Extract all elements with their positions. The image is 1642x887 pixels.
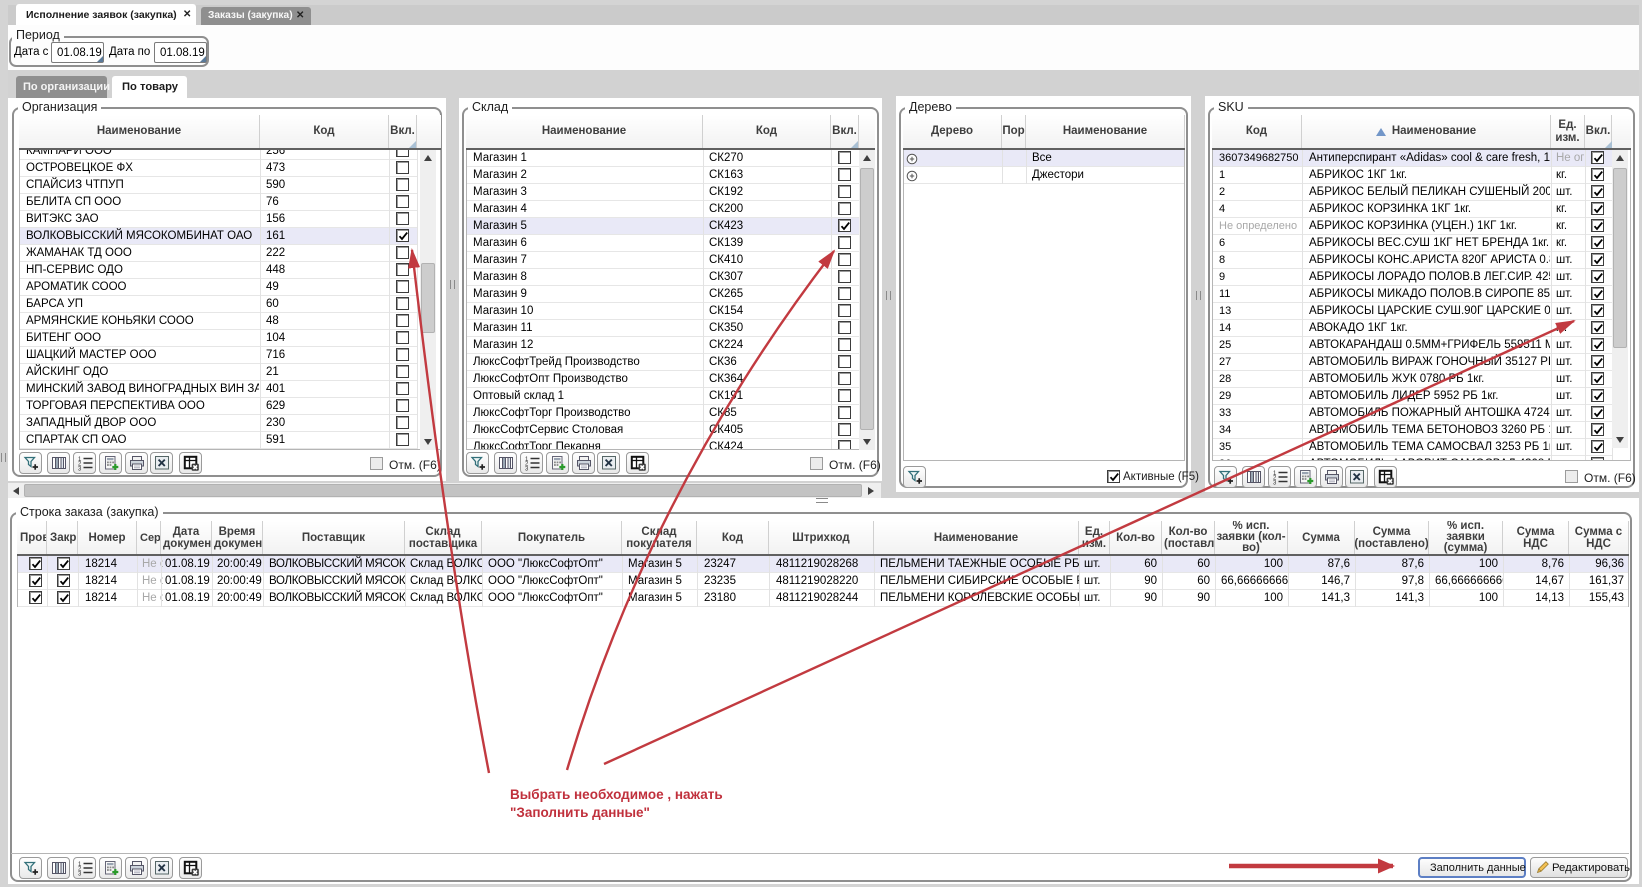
svg-text:3: 3: [78, 871, 82, 876]
svg-text:3: 3: [78, 466, 82, 471]
svg-text:3: 3: [525, 466, 529, 471]
svg-text:3: 3: [1273, 480, 1277, 485]
